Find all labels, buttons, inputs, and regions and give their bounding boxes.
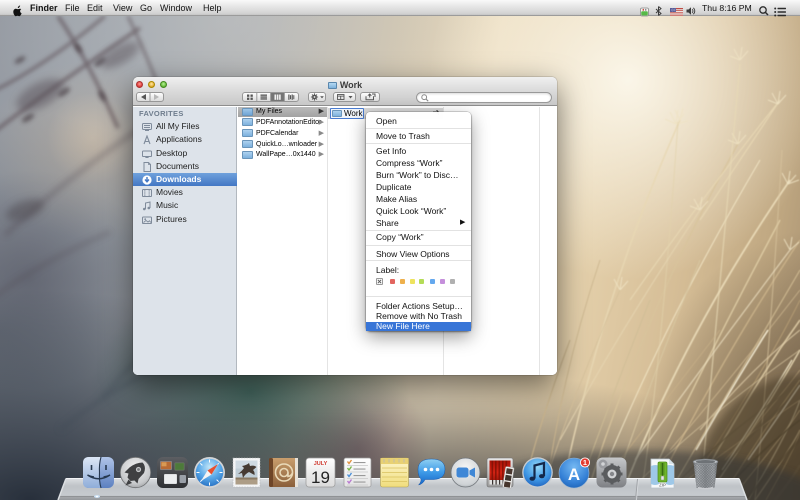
svg-text:1: 1 xyxy=(583,458,587,467)
svg-text:19: 19 xyxy=(311,468,330,487)
svg-text:ZIP: ZIP xyxy=(659,483,666,488)
svg-text:JULY: JULY xyxy=(314,461,328,467)
svg-text:A: A xyxy=(568,465,580,484)
